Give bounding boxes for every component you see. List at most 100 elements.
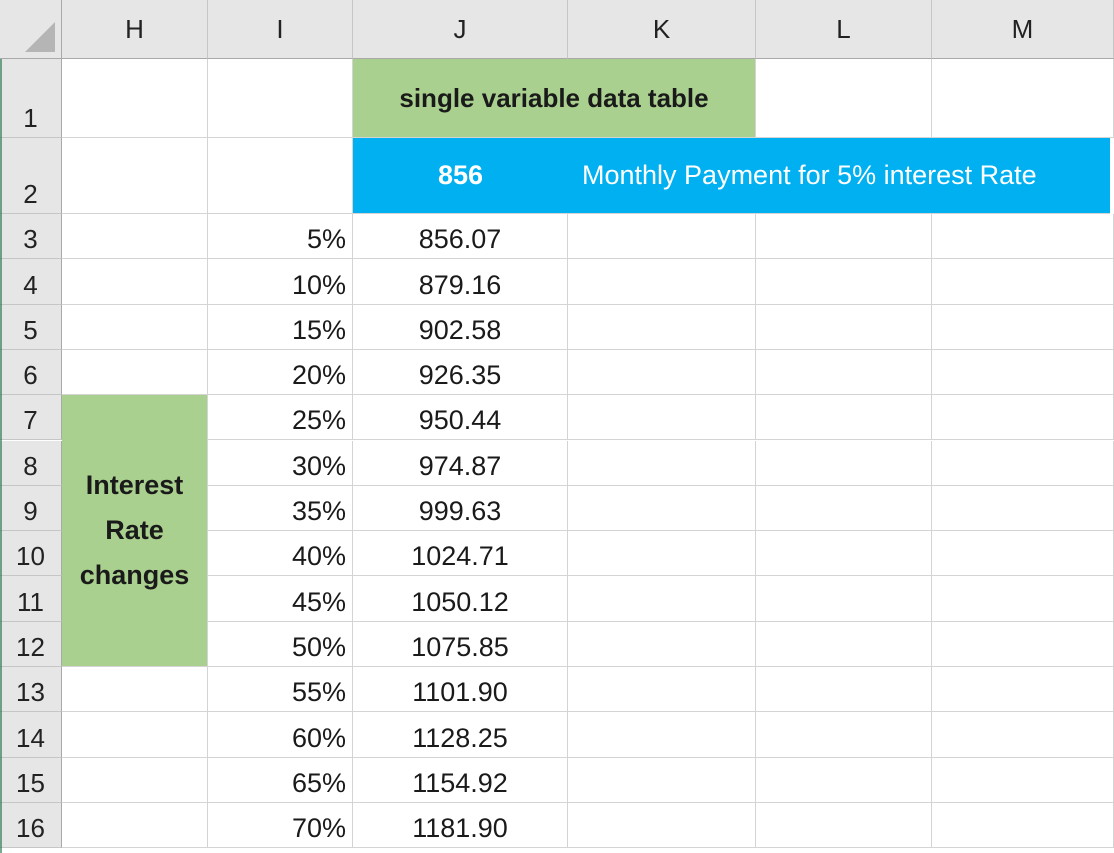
cell[interactable] xyxy=(932,304,1114,350)
cell[interactable] xyxy=(756,349,932,396)
cell[interactable] xyxy=(62,304,208,350)
cell[interactable] xyxy=(62,757,208,803)
payment-cell[interactable]: 1154.92 xyxy=(353,757,568,803)
cell[interactable] xyxy=(756,576,932,622)
rate-cell[interactable]: 65% xyxy=(208,757,353,803)
row-header-2[interactable]: 2 xyxy=(0,138,62,214)
payment-cell[interactable]: 926.35 xyxy=(353,349,568,396)
cell[interactable] xyxy=(568,621,756,667)
cell[interactable] xyxy=(62,259,208,305)
payment-cell[interactable]: 999.63 xyxy=(353,485,568,532)
cell[interactable] xyxy=(932,802,1114,849)
cell[interactable] xyxy=(932,59,1114,138)
cell[interactable] xyxy=(932,440,1114,486)
payment-cell[interactable]: 1075.85 xyxy=(353,621,568,667)
row-header-1[interactable]: 1 xyxy=(0,59,62,138)
row-header-4[interactable]: 4 xyxy=(0,259,62,305)
cell[interactable] xyxy=(568,757,756,803)
column-header-m[interactable]: M xyxy=(932,0,1114,59)
cell[interactable] xyxy=(756,712,932,758)
row-header-9[interactable]: 9 xyxy=(0,485,62,532)
rate-cell[interactable]: 25% xyxy=(208,395,353,441)
cell[interactable] xyxy=(932,531,1114,577)
cell[interactable] xyxy=(756,802,932,849)
rate-cell[interactable]: 40% xyxy=(208,531,353,577)
rate-cell[interactable]: 30% xyxy=(208,440,353,486)
cell[interactable] xyxy=(568,395,756,441)
rate-cell[interactable]: 35% xyxy=(208,485,353,532)
column-header-h[interactable]: H xyxy=(62,0,208,59)
rate-cell[interactable]: 55% xyxy=(208,667,353,713)
cell[interactable] xyxy=(568,802,756,849)
cell[interactable] xyxy=(932,757,1114,803)
cell[interactable] xyxy=(932,259,1114,305)
cell[interactable] xyxy=(756,757,932,803)
payment-cell[interactable]: 1128.25 xyxy=(353,712,568,758)
cell[interactable] xyxy=(756,667,932,713)
payment-cell[interactable]: 974.87 xyxy=(353,440,568,486)
payment-cell[interactable]: 1050.12 xyxy=(353,576,568,622)
cell[interactable] xyxy=(62,667,208,713)
cell[interactable] xyxy=(932,667,1114,713)
cell[interactable] xyxy=(62,214,208,260)
cell[interactable] xyxy=(568,712,756,758)
cell[interactable] xyxy=(62,59,208,138)
column-header-l[interactable]: L xyxy=(756,0,932,59)
row-header-14[interactable]: 14 xyxy=(0,712,62,758)
rate-cell[interactable]: 70% xyxy=(208,802,353,849)
rate-cell[interactable]: 45% xyxy=(208,576,353,622)
row-header-16[interactable]: 16 xyxy=(0,802,62,849)
formula-row-band[interactable]: 856 Monthly Payment for 5% interest Rate xyxy=(353,138,1110,214)
cell[interactable] xyxy=(568,349,756,396)
cell[interactable] xyxy=(932,214,1114,260)
cell[interactable] xyxy=(756,59,932,138)
cell[interactable] xyxy=(756,395,932,441)
rate-cell[interactable]: 5% xyxy=(208,214,353,260)
column-header-j[interactable]: J xyxy=(353,0,568,59)
cell[interactable] xyxy=(568,304,756,350)
cell[interactable] xyxy=(568,440,756,486)
row-header-11[interactable]: 11 xyxy=(0,576,62,622)
interest-rate-label-cell[interactable]: Interest Rate changes xyxy=(62,395,208,667)
row-header-5[interactable]: 5 xyxy=(0,304,62,350)
row-header-8[interactable]: 8 xyxy=(0,440,62,486)
rate-cell[interactable]: 60% xyxy=(208,712,353,758)
row-header-3[interactable]: 3 xyxy=(0,214,62,260)
cell[interactable] xyxy=(756,214,932,260)
rate-cell[interactable]: 20% xyxy=(208,349,353,396)
payment-cell[interactable]: 1181.90 xyxy=(353,802,568,849)
row-header-6[interactable]: 6 xyxy=(0,349,62,396)
rate-cell[interactable]: 15% xyxy=(208,304,353,350)
cell[interactable] xyxy=(932,712,1114,758)
select-all-corner[interactable] xyxy=(0,0,62,59)
cell[interactable] xyxy=(568,667,756,713)
cell[interactable] xyxy=(208,59,353,138)
cell[interactable] xyxy=(568,259,756,305)
row-header-15[interactable]: 15 xyxy=(0,757,62,803)
cell[interactable] xyxy=(932,395,1114,441)
payment-cell[interactable]: 879.16 xyxy=(353,259,568,305)
cell[interactable] xyxy=(756,259,932,305)
cell[interactable] xyxy=(756,485,932,532)
cell[interactable] xyxy=(568,485,756,532)
payment-cell[interactable]: 902.58 xyxy=(353,304,568,350)
row-header-7[interactable]: 7 xyxy=(0,395,62,441)
payment-cell[interactable]: 950.44 xyxy=(353,395,568,441)
cell[interactable] xyxy=(62,802,208,849)
payment-cell[interactable]: 1024.71 xyxy=(353,531,568,577)
cell[interactable] xyxy=(932,485,1114,532)
cell[interactable] xyxy=(756,304,932,350)
row-header-10[interactable]: 10 xyxy=(0,531,62,577)
cell[interactable] xyxy=(568,214,756,260)
cell[interactable] xyxy=(62,349,208,396)
row-header-12[interactable]: 12 xyxy=(0,621,62,667)
rate-cell[interactable]: 50% xyxy=(208,621,353,667)
column-header-i[interactable]: I xyxy=(208,0,353,59)
rate-cell[interactable]: 10% xyxy=(208,259,353,305)
table-title-cell[interactable]: single variable data table xyxy=(353,59,756,138)
payment-cell[interactable]: 856.07 xyxy=(353,214,568,260)
cell[interactable] xyxy=(568,531,756,577)
row-header-13[interactable]: 13 xyxy=(0,667,62,713)
cell[interactable] xyxy=(568,576,756,622)
cell[interactable] xyxy=(208,138,353,214)
